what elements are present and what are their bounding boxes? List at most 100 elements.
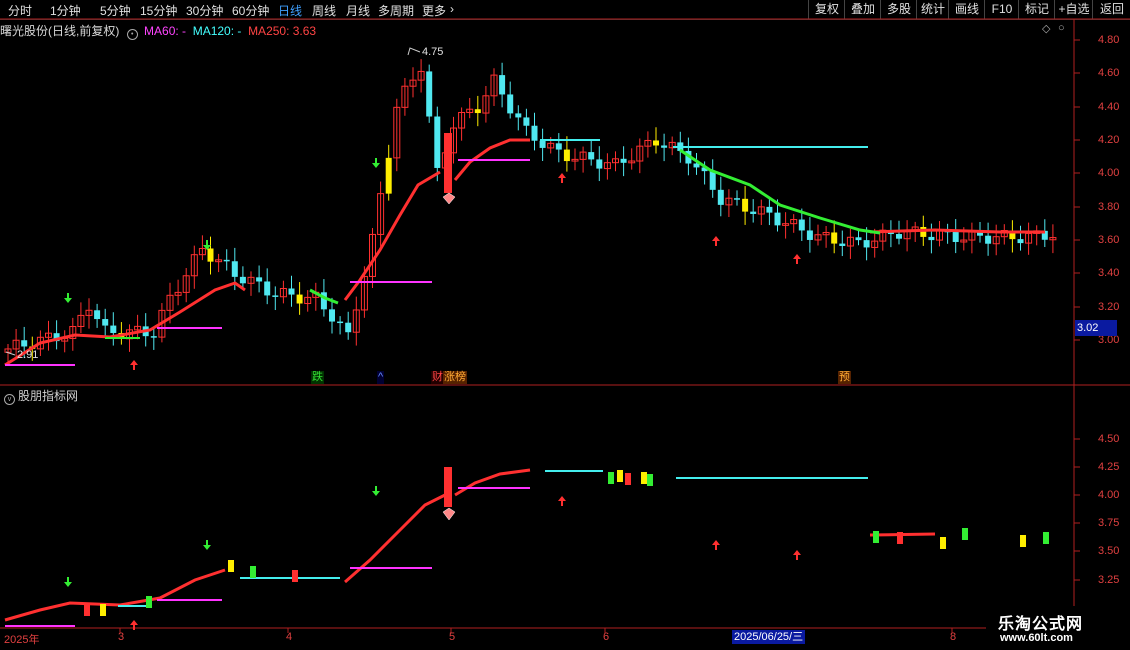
up-arrow-icon: [130, 360, 138, 370]
sub-signal-bar: [444, 467, 452, 507]
candle-body: [94, 310, 101, 320]
sub-diamond-marker: [442, 507, 456, 521]
date-label: 5: [449, 631, 456, 643]
watermark-title: 乐淘公式网: [998, 616, 1084, 633]
date-label: 8: [950, 631, 957, 643]
sub-bar: [250, 566, 256, 578]
candle-body: [985, 235, 992, 244]
down-arrow-icon: [372, 486, 380, 496]
sub-bar: [608, 472, 614, 484]
candle-body: [920, 226, 927, 237]
high-price-label: 4.75: [422, 46, 444, 58]
up-arrow-icon: [793, 254, 801, 264]
current-price-box: 3.02: [1075, 320, 1117, 336]
candle-body: [855, 237, 862, 241]
forecast-tag[interactable]: 预: [838, 371, 851, 384]
sub-bar: [940, 537, 946, 549]
sub-tick: 3.75: [1098, 517, 1120, 529]
ma250-label: MA250: 3.63: [248, 24, 317, 38]
candle-body: [539, 140, 546, 148]
sub-tick: 4.00: [1098, 489, 1120, 501]
price-tick: 3.40: [1098, 267, 1120, 279]
price-tick: 3.20: [1098, 301, 1120, 313]
sub-tick: 3.25: [1098, 574, 1120, 586]
candle-body: [523, 117, 530, 126]
candle-body: [588, 152, 595, 160]
candle-body: [653, 140, 659, 146]
rise-list-tag[interactable]: 涨榜: [443, 371, 467, 384]
sub-bar: [100, 604, 106, 616]
sub-bar: [647, 474, 653, 486]
candle-body: [102, 319, 109, 326]
sub-panel-title: v 股朋指标网: [4, 387, 78, 405]
date-label: 4: [286, 631, 293, 643]
candle-body: [806, 230, 813, 240]
sub-bar: [962, 528, 968, 540]
sub-bar: [228, 560, 234, 572]
candle-body: [596, 159, 603, 169]
candle-body: [750, 211, 757, 214]
candle-body: [717, 189, 724, 205]
price-tick: 3.60: [1098, 234, 1120, 246]
candle-body: [798, 219, 805, 231]
candle-body: [766, 206, 773, 213]
low-price-label: 2.91: [17, 349, 39, 361]
trend-line-red: [869, 228, 1045, 234]
diamond-icon[interactable]: ◇: [1042, 22, 1050, 35]
candle-body: [207, 248, 214, 262]
candle-body: [474, 109, 481, 114]
sub-bar: [873, 531, 879, 543]
close-icon[interactable]: ○: [1058, 22, 1065, 34]
down-arrow-icon: [372, 158, 380, 168]
candle-body: [264, 281, 271, 296]
up-caret-tag[interactable]: ^: [377, 371, 385, 384]
candle-body: [515, 113, 522, 118]
chart-canvas[interactable]: [0, 0, 1130, 650]
candle-body: [231, 261, 238, 277]
price-tick: 4.80: [1098, 34, 1120, 46]
signal-bar: [444, 133, 452, 193]
candle-body: [831, 232, 838, 244]
candle-body: [863, 240, 870, 248]
candle-body: [709, 171, 716, 190]
sub-bar: [84, 604, 90, 616]
up-arrow-icon: [712, 540, 720, 550]
candle-body: [288, 288, 295, 295]
chevron-down-icon[interactable]: v: [4, 394, 15, 405]
candle-body: [426, 71, 433, 117]
date-label: 6: [603, 631, 610, 643]
sub-tick: 4.50: [1098, 433, 1120, 445]
up-arrow-icon: [558, 173, 566, 183]
candle-body: [434, 116, 441, 168]
candle-body: [296, 294, 303, 304]
sub-trend-red: [4, 568, 226, 622]
down-arrow-icon: [64, 293, 72, 303]
stock-title: 曙光股份(日线,前复权): [0, 24, 120, 38]
sub-tick: 4.25: [1098, 461, 1120, 473]
high-marker: [407, 47, 421, 56]
candle-body: [661, 145, 668, 148]
down-arrow-icon: [203, 540, 211, 550]
sub-tick: 3.50: [1098, 545, 1120, 557]
candle-body: [952, 231, 959, 242]
crosshair-date-label: 2025/06/25/三: [732, 630, 806, 644]
sub-bar: [1020, 535, 1026, 547]
sub-bar: [617, 470, 623, 482]
candle-body: [345, 322, 352, 333]
watermark-url: www.60lt.com: [1000, 632, 1073, 644]
fall-tag[interactable]: 跌: [311, 371, 324, 384]
date-label: 3: [118, 631, 125, 643]
candle-body: [734, 198, 740, 200]
sub-bar: [146, 596, 152, 608]
diamond-marker: [442, 192, 456, 205]
up-arrow-icon: [712, 236, 720, 246]
candle-body: [555, 143, 562, 150]
candle-body: [1017, 239, 1024, 244]
ma60-label: MA60: -: [144, 24, 187, 38]
sub-bar: [897, 532, 903, 544]
settings-circle-icon[interactable]: •: [126, 29, 138, 40]
candle-body: [774, 212, 781, 226]
date-label: 2025年: [4, 634, 40, 646]
trend-line-red: [343, 170, 441, 301]
candle-body: [742, 198, 749, 212]
